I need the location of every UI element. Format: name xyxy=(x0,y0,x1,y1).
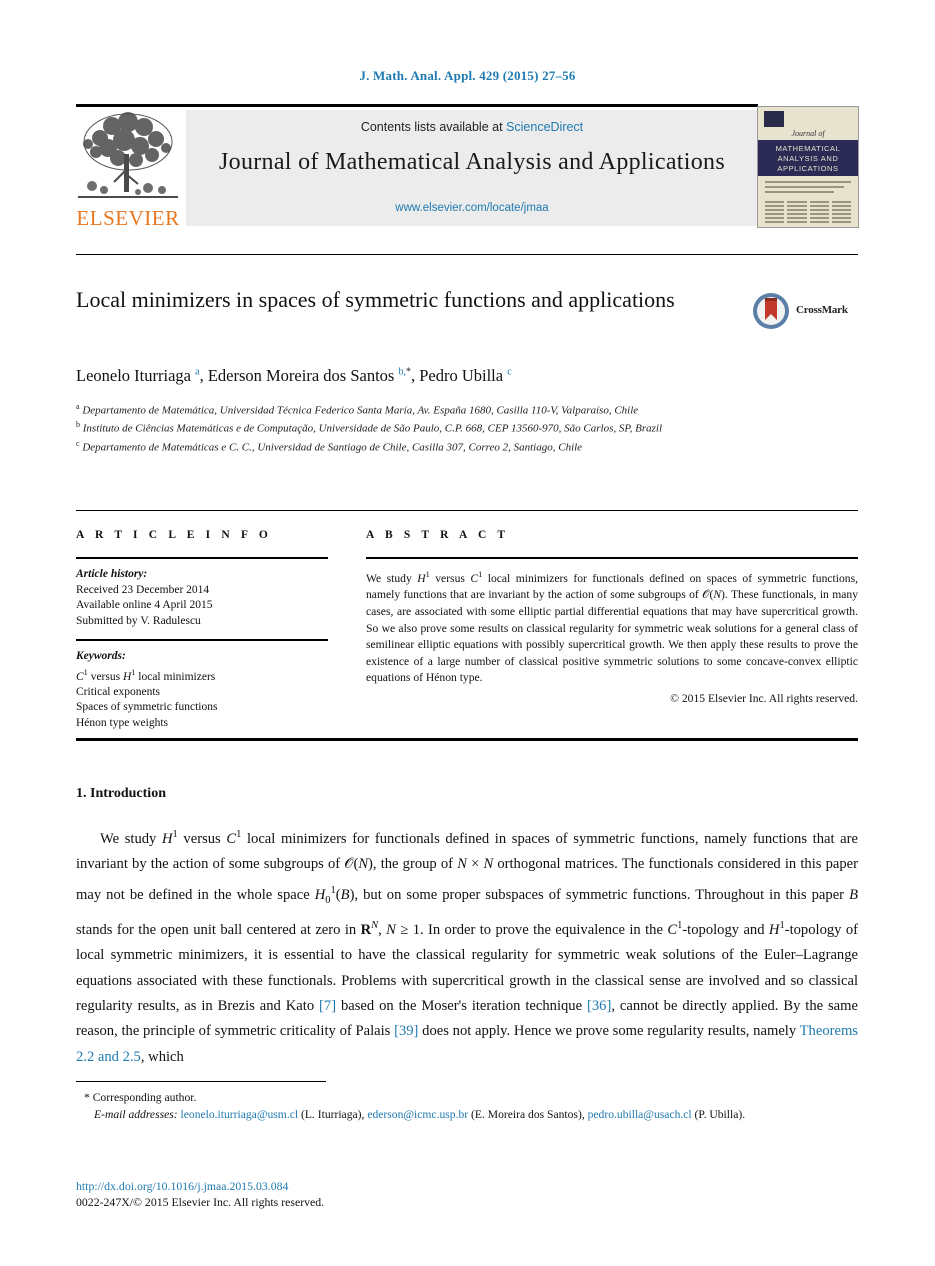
elsevier-wordmark: ELSEVIER xyxy=(76,206,180,230)
history-item: Received 23 December 2014 xyxy=(76,583,210,596)
email-link-santos[interactable]: ederson@icmc.usp.br xyxy=(367,1108,468,1121)
info-divider-rule xyxy=(76,639,328,641)
footnote-rule xyxy=(76,1081,326,1082)
affiliation-mark: c xyxy=(76,438,80,448)
elsevier-tree-icon xyxy=(78,110,178,202)
info-heading-rule xyxy=(76,557,328,559)
affiliation-list: a Departamento de Matemática, Universida… xyxy=(76,400,776,455)
keywords-block: Keywords: C1 versus H1 local minimizers … xyxy=(76,649,328,731)
affiliation-mark: a xyxy=(76,402,80,411)
contents-label: Contents lists available at xyxy=(360,120,503,134)
introduction-paragraph: We study H1 versus C1 local minimizers f… xyxy=(76,829,859,1065)
abstract-heading: A B S T R A C T xyxy=(366,529,510,541)
corresponding-author-note: * Corresponding author. xyxy=(84,1091,197,1104)
cover-elsevier-mark-icon xyxy=(764,111,784,127)
email-addresses-label: E-mail addresses: xyxy=(94,1107,178,1121)
journal-title: Journal of Mathematical Analysis and App… xyxy=(219,149,725,175)
abstract-column: A B S T R A C T We study H1 versus C1 lo… xyxy=(366,529,858,705)
keyword-item: Critical exponents xyxy=(76,685,160,698)
abstract-text: We study H1 versus C1 local minimizers f… xyxy=(366,570,858,685)
affiliation-text: Instituto de Ciências Matemáticas e de C… xyxy=(82,422,663,435)
running-head: J. Math. Anal. Appl. 429 (2015) 27–56 xyxy=(359,68,576,83)
email-link-iturriaga[interactable]: leonelo.iturriaga@usm.cl xyxy=(181,1108,299,1121)
issn-copyright-line: 0022-247X/© 2015 Elsevier Inc. All right… xyxy=(76,1195,325,1209)
cover-text-lines xyxy=(765,181,851,196)
footnote-block: * Corresponding author. E-mail addresses… xyxy=(76,1090,858,1123)
masthead-top-rule xyxy=(76,104,758,107)
doi-block: http://dx.doi.org/10.1016/j.jmaa.2015.03… xyxy=(76,1178,858,1210)
info-top-rule xyxy=(76,510,858,511)
crossmark-label: CrossMark xyxy=(796,304,848,316)
elsevier-logo: ELSEVIER xyxy=(76,110,180,230)
cover-journal-of-label: Journal of xyxy=(791,129,825,138)
article-info-heading: A R T I C L E I N F O xyxy=(76,529,272,541)
journal-homepage-link[interactable]: www.elsevier.com/locate/jmaa xyxy=(186,202,758,214)
affiliation-item: b Instituto de Ciências Matemáticas e de… xyxy=(76,418,776,436)
email-link-ubilla[interactable]: pedro.ubilla@usach.cl xyxy=(588,1108,692,1121)
keywords-label: Keywords: xyxy=(76,650,126,662)
section-heading-introduction: 1. Introduction xyxy=(76,786,166,801)
sciencedirect-link[interactable]: ScienceDirect xyxy=(506,120,583,134)
cover-band-line-1: MATHEMATICAL xyxy=(775,144,841,153)
journal-masthead: ELSEVIER Contents lists available at Sci… xyxy=(76,104,859,230)
affiliation-mark: b xyxy=(76,420,80,430)
email-addresses-values: leonelo.iturriaga@usm.cl (L. Iturriaga),… xyxy=(180,1107,746,1121)
paper-page: J. Math. Anal. Appl. 429 (2015) 27–56 EL… xyxy=(0,0,935,1266)
title-separator-rule xyxy=(76,254,858,255)
masthead-panel: Contents lists available at ScienceDirec… xyxy=(186,110,758,226)
info-bottom-rule xyxy=(76,738,858,741)
cover-band-line-2: ANALYSIS AND xyxy=(777,154,839,163)
cover-title-band: MATHEMATICAL ANALYSIS AND APPLICATIONS xyxy=(758,140,858,176)
history-item: Submitted by V. Radulescu xyxy=(76,614,201,627)
affiliation-text: Departamento de Matemática, Universidad … xyxy=(82,404,639,417)
keyword-item: Hénon type weights xyxy=(76,716,168,729)
article-history-block: Article history: Received 23 December 20… xyxy=(76,567,328,629)
abstract-copyright: © 2015 Elsevier Inc. All rights reserved… xyxy=(670,692,858,706)
affiliation-item: c Departamento de Matemáticas e C. C., U… xyxy=(76,437,776,455)
abstract-heading-rule xyxy=(366,557,858,559)
keyword-item: Spaces of symmetric functions xyxy=(76,701,218,714)
crossmark-badge[interactable]: CrossMark xyxy=(752,292,858,332)
affiliation-text: Departamento de Matemáticas e C. C., Uni… xyxy=(82,441,583,454)
article-history-label: Article history: xyxy=(76,568,148,580)
article-info-column: A R T I C L E I N F O Article history: R… xyxy=(76,529,328,731)
affiliation-item: a Departamento de Matemática, Universida… xyxy=(76,400,776,418)
author-list: Leonelo Iturriaga a, Ederson Moreira dos… xyxy=(76,366,512,385)
doi-link[interactable]: http://dx.doi.org/10.1016/j.jmaa.2015.03… xyxy=(76,1178,858,1194)
history-item: Available online 4 April 2015 xyxy=(76,599,213,611)
cover-band-line-3: APPLICATIONS xyxy=(777,164,839,173)
contents-available-line: Contents lists available at ScienceDirec… xyxy=(186,120,758,134)
crossmark-icon xyxy=(753,293,789,329)
page-title: Local minimizers in spaces of symmetric … xyxy=(76,287,675,312)
keyword-item: C1 versus H1 local minimizers xyxy=(76,667,216,683)
cover-index-grid xyxy=(765,201,851,225)
journal-cover-thumbnail: Journal of MATHEMATICAL ANALYSIS AND APP… xyxy=(757,106,859,228)
email-addresses-note: E-mail addresses: leonelo.iturriaga@usm.… xyxy=(76,1107,858,1124)
